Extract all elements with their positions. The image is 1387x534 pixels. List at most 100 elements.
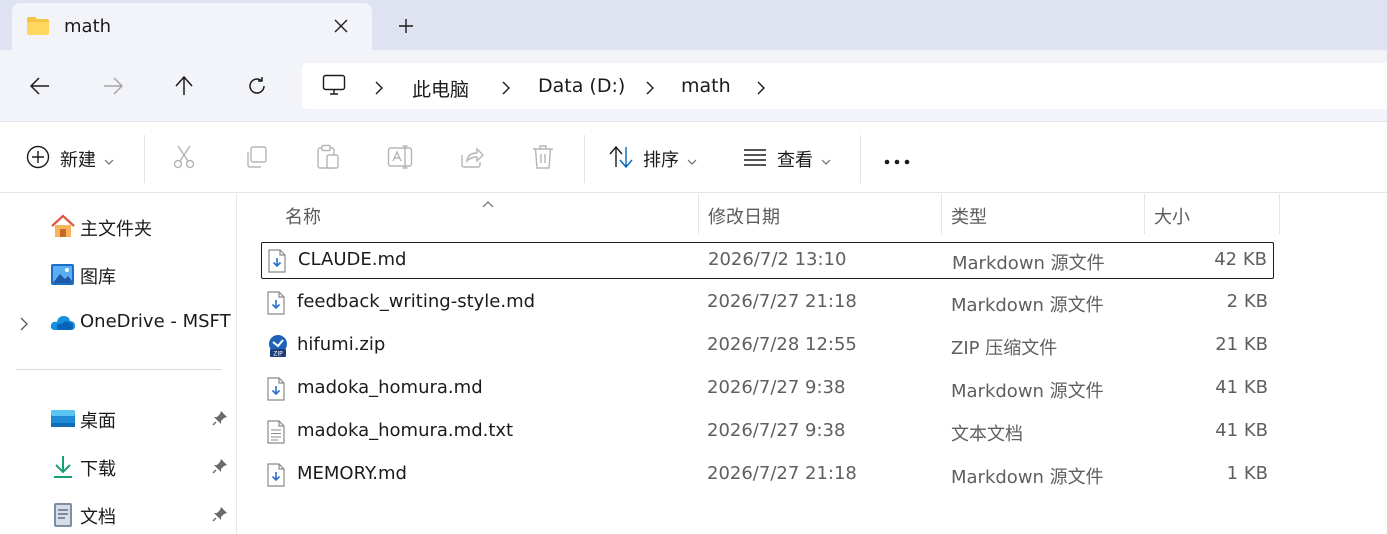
markdown-file-icon — [267, 377, 285, 406]
column-divider[interactable] — [941, 194, 942, 234]
text-file-icon — [267, 420, 285, 449]
column-divider[interactable] — [1279, 194, 1280, 234]
file-row-memory-md[interactable]: MEMORY.md 2026/7/27 21:18 Markdown 源文件 1… — [261, 457, 1274, 494]
file-date: 2026/7/2 13:10 — [708, 249, 847, 270]
refresh-icon[interactable] — [239, 68, 275, 104]
column-divider[interactable] — [1144, 194, 1145, 234]
desktop-icon — [50, 406, 76, 432]
column-header-size[interactable]: 大小 — [1154, 203, 1190, 229]
pin-icon[interactable] — [212, 458, 228, 479]
arrow-up-icon[interactable] — [166, 68, 202, 104]
file-name: madoka_homura.md — [297, 377, 483, 398]
sidebar-item-label: 主文件夹 — [80, 219, 152, 240]
sidebar-item-desktop[interactable]: 桌面 — [0, 398, 237, 438]
computer-icon — [322, 74, 346, 101]
chevron-right-icon[interactable] — [374, 79, 384, 100]
address-bar[interactable]: 此电脑 Data (D:) math — [302, 63, 1387, 109]
file-size: 41 KB — [1215, 420, 1268, 441]
sidebar-item-documents[interactable]: 文档 — [0, 494, 237, 534]
sort-ascending-icon — [482, 192, 494, 213]
file-date: 2026/7/27 9:38 — [707, 420, 846, 441]
file-row-hifumi-zip[interactable]: ZIP hifumi.zip 2026/7/28 12:55 ZIP 压缩文件 … — [261, 328, 1274, 365]
delete-icon — [531, 144, 555, 175]
view-button[interactable]: 查看 — [743, 143, 831, 175]
document-icon — [50, 502, 76, 528]
file-row-feedback-writing-style[interactable]: feedback_writing-style.md 2026/7/27 21:1… — [261, 285, 1274, 322]
file-size: 1 KB — [1226, 463, 1268, 484]
tab-math[interactable]: math — [12, 3, 372, 50]
column-header-row: 名称 修改日期 类型 大小 — [238, 194, 1387, 234]
tab-title: math — [64, 16, 112, 37]
file-type: Markdown 源文件 — [951, 295, 1104, 316]
navigation-pane: 主文件夹 图库 OneDrive - MSFT 桌面 下载 文档 — [0, 194, 237, 534]
cut-button[interactable] — [172, 143, 196, 175]
zip-file-icon: ZIP — [267, 334, 289, 363]
chevron-right-icon[interactable] — [645, 79, 655, 100]
rename-button[interactable] — [387, 143, 413, 175]
sidebar-item-onedrive[interactable]: OneDrive - MSFT — [0, 302, 237, 342]
column-header-date[interactable]: 修改日期 — [708, 203, 780, 229]
sort-icon — [609, 145, 633, 173]
chevron-right-icon[interactable] — [756, 79, 766, 100]
more-options-button[interactable] — [884, 143, 910, 175]
file-row-madoka-homura-txt[interactable]: madoka_homura.md.txt 2026/7/27 9:38 文本文档… — [261, 414, 1274, 451]
file-name: feedback_writing-style.md — [297, 291, 536, 312]
markdown-file-icon — [267, 463, 285, 492]
share-button[interactable] — [459, 143, 485, 175]
file-row-madoka-homura-md[interactable]: madoka_homura.md 2026/7/27 9:38 Markdown… — [261, 371, 1274, 408]
new-button[interactable]: 新建 — [26, 143, 114, 175]
file-date: 2026/7/27 9:38 — [707, 377, 846, 398]
toolbar-divider — [144, 135, 145, 183]
file-name: MEMORY.md — [297, 463, 407, 484]
breadcrumb-math[interactable]: math — [681, 75, 731, 97]
file-row-claude-md[interactable]: CLAUDE.md 2026/7/2 13:10 Markdown 源文件 42… — [261, 242, 1274, 279]
file-size: 2 KB — [1226, 291, 1268, 312]
toolbar-divider — [860, 135, 861, 183]
delete-button[interactable] — [531, 143, 555, 175]
tab-strip: math — [0, 0, 1387, 50]
file-size: 41 KB — [1215, 377, 1268, 398]
share-icon — [459, 145, 485, 174]
arrow-right-icon[interactable] — [95, 68, 131, 104]
file-type: Markdown 源文件 — [951, 381, 1104, 402]
cloud-icon — [50, 310, 76, 336]
arrow-left-icon[interactable] — [22, 68, 58, 104]
column-header-type[interactable]: 类型 — [951, 203, 987, 229]
list-view-icon — [743, 148, 767, 171]
sidebar-item-label: 文档 — [80, 507, 116, 528]
file-date: 2026/7/27 21:18 — [707, 463, 857, 484]
breadcrumb-data-drive[interactable]: Data (D:) — [538, 75, 625, 97]
pin-icon[interactable] — [212, 506, 228, 527]
copy-button[interactable] — [244, 143, 268, 175]
gallery-icon — [50, 262, 76, 288]
download-icon — [50, 454, 76, 480]
markdown-file-icon — [268, 249, 286, 278]
chevron-down-icon — [821, 149, 831, 170]
sort-button[interactable]: 排序 — [609, 143, 697, 175]
view-label: 查看 — [777, 150, 813, 171]
markdown-file-icon — [267, 291, 285, 320]
file-date: 2026/7/27 21:18 — [707, 291, 857, 312]
plus-icon[interactable] — [392, 12, 420, 40]
chevron-right-icon[interactable] — [20, 315, 28, 336]
toolbar-divider — [584, 135, 585, 183]
file-type: Markdown 源文件 — [952, 253, 1105, 274]
column-divider[interactable] — [698, 194, 699, 234]
sidebar-item-label: 图库 — [80, 267, 116, 288]
breadcrumb-this-pc[interactable]: 此电脑 — [412, 75, 469, 102]
paste-button[interactable] — [316, 143, 340, 175]
file-name: hifumi.zip — [297, 334, 386, 355]
sidebar-item-label: OneDrive - MSFT — [80, 311, 231, 332]
chevron-right-icon[interactable] — [501, 79, 511, 100]
close-icon[interactable] — [328, 13, 354, 39]
file-date: 2026/7/28 12:55 — [707, 334, 857, 355]
column-header-name[interactable]: 名称 — [285, 203, 321, 229]
file-type: ZIP 压缩文件 — [951, 338, 1058, 359]
sidebar-item-gallery[interactable]: 图库 — [0, 254, 237, 294]
sidebar-item-downloads[interactable]: 下载 — [0, 446, 237, 486]
chevron-down-icon — [687, 149, 697, 170]
sidebar-item-home[interactable]: 主文件夹 — [0, 206, 237, 246]
cut-icon — [172, 144, 196, 175]
pin-icon[interactable] — [212, 410, 228, 431]
sidebar-item-label: 下载 — [80, 459, 116, 480]
